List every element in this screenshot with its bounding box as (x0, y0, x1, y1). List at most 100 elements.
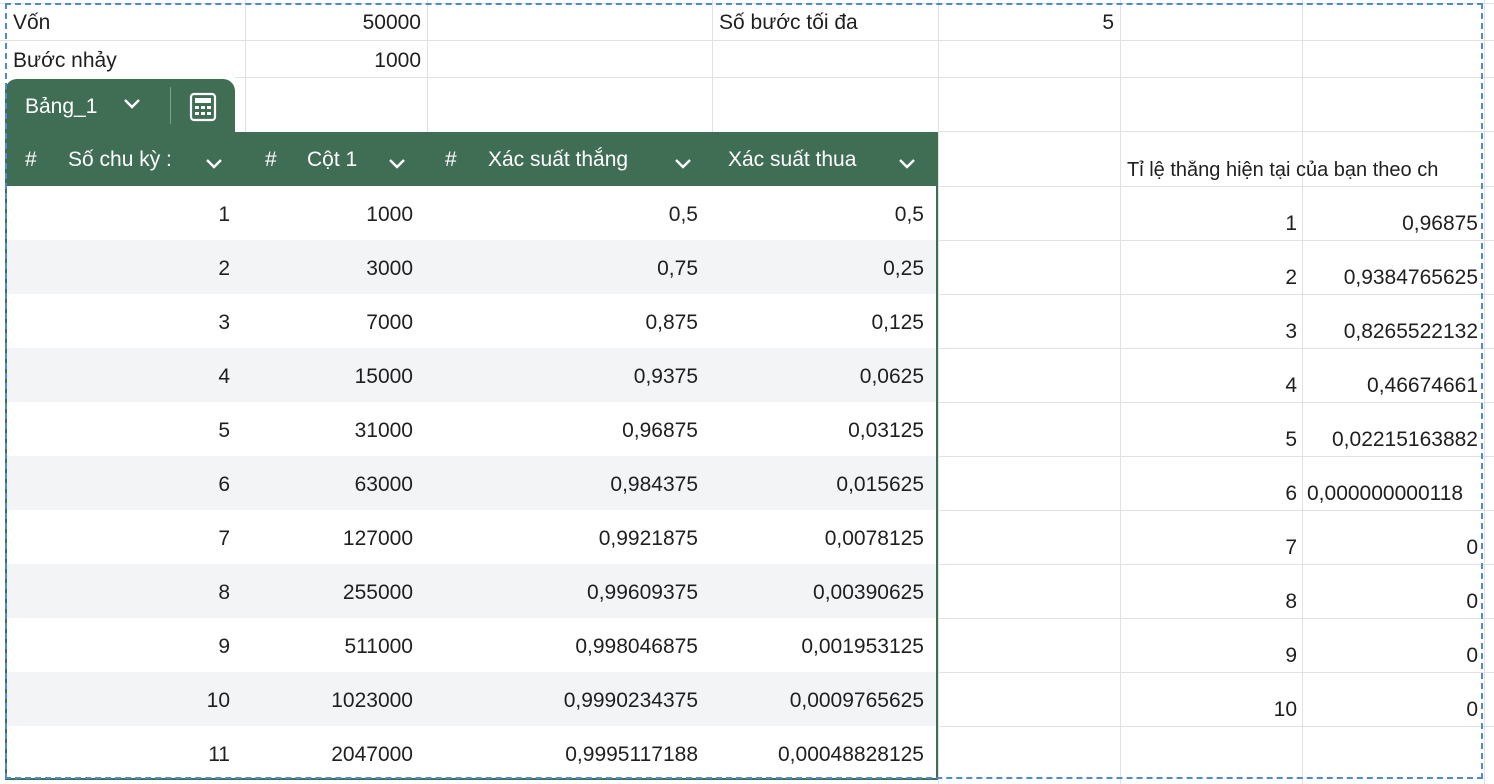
win-rate-value[interactable]: 0,02215163882 (1302, 429, 1478, 450)
column-label: Xác suất thua (728, 148, 857, 171)
win-rate-index[interactable]: 3 (1120, 321, 1297, 342)
cell-xac-suat-thua[interactable]: 0,25 (714, 257, 924, 281)
cell-so-chu-ky[interactable]: 9 (7, 635, 230, 659)
win-rate-index[interactable]: 10 (1120, 699, 1297, 720)
von-value[interactable]: 50000 (245, 12, 421, 33)
table-row[interactable]: 11 2047000 0,9995117188 0,00048828125 (7, 726, 936, 780)
win-rate-index[interactable]: 7 (1120, 537, 1297, 558)
cell-xac-suat-thua[interactable]: 0,125 (714, 311, 924, 335)
cell-cot-1[interactable]: 2047000 (247, 743, 413, 767)
cell-cot-1[interactable]: 31000 (247, 419, 413, 443)
cell-cot-1[interactable]: 1023000 (247, 689, 413, 713)
win-rate-value[interactable]: 0,000000000118 (1307, 483, 1494, 504)
column-label: Số chu kỳ : (68, 148, 172, 171)
table-row[interactable]: 2 3000 0,75 0,25 (7, 240, 936, 294)
win-rate-value[interactable]: 0,46674661 (1302, 375, 1478, 396)
cell-xac-suat-thua[interactable]: 0,5 (714, 203, 924, 227)
chevron-down-icon[interactable] (205, 152, 223, 176)
chevron-down-icon[interactable] (388, 152, 406, 176)
cell-xac-suat-thang[interactable]: 0,99609375 (429, 581, 698, 605)
cell-xac-suat-thang[interactable]: 0,9375 (429, 365, 698, 389)
cell-xac-suat-thang[interactable]: 0,984375 (429, 473, 698, 497)
cell-cot-1[interactable]: 127000 (247, 527, 413, 551)
table-row[interactable]: 1 1000 0,5 0,5 (7, 186, 936, 240)
win-rate-index[interactable]: 6 (1120, 483, 1297, 504)
cell-so-chu-ky[interactable]: 6 (7, 473, 230, 497)
column-label: Cột 1 (307, 148, 358, 171)
cell-cot-1[interactable]: 511000 (247, 635, 413, 659)
cell-so-chu-ky[interactable]: 11 (7, 743, 230, 767)
cell-xac-suat-thang[interactable]: 0,5 (429, 203, 698, 227)
cell-so-chu-ky[interactable]: 8 (7, 581, 230, 605)
win-rate-value[interactable]: 0,9384765625 (1302, 267, 1478, 288)
cell-xac-suat-thua[interactable]: 0,0078125 (714, 527, 924, 551)
cell-xac-suat-thua[interactable]: 0,03125 (714, 419, 924, 443)
cell-so-chu-ky[interactable]: 7 (7, 527, 230, 551)
cell-cot-1[interactable]: 3000 (247, 257, 413, 281)
chevron-down-icon[interactable] (898, 152, 916, 176)
cell-xac-suat-thang[interactable]: 0,998046875 (429, 635, 698, 659)
cell-so-chu-ky[interactable]: 3 (7, 311, 230, 335)
cell-so-chu-ky[interactable]: 10 (7, 689, 230, 713)
win-rate-index[interactable]: 9 (1120, 645, 1297, 666)
chevron-down-icon[interactable] (674, 152, 692, 176)
cell-cot-1[interactable]: 1000 (247, 203, 413, 227)
so-buoc-toi-da-value[interactable]: 5 (940, 12, 1114, 33)
table-row[interactable]: 9 511000 0,998046875 0,001953125 (7, 618, 936, 672)
win-rate-value[interactable]: 0,8265522132 (1302, 321, 1478, 342)
win-rate-index[interactable]: 2 (1120, 267, 1297, 288)
table-body: 1 1000 0,5 0,5 2 3000 0,75 0,25 3 7000 0… (5, 186, 938, 780)
win-rate-value[interactable]: 0 (1302, 699, 1478, 720)
cell-xac-suat-thang[interactable]: 0,96875 (429, 419, 698, 443)
column-header-xac-suat-thua[interactable]: Xác suất thua (712, 132, 938, 186)
cell-xac-suat-thua[interactable]: 0,0009765625 (714, 689, 924, 713)
tab-divider (170, 87, 171, 124)
table-row[interactable]: 4 15000 0,9375 0,0625 (7, 348, 936, 402)
table-name[interactable]: Bảng_1 (25, 95, 97, 119)
win-rate-index[interactable]: 1 (1120, 213, 1297, 234)
cell-so-chu-ky[interactable]: 1 (7, 203, 230, 227)
column-header-so-chu-ky[interactable]: # Số chu kỳ : (5, 132, 245, 186)
cell-cot-1[interactable]: 63000 (247, 473, 413, 497)
cell-so-chu-ky[interactable]: 4 (7, 365, 230, 389)
buoc-nhay-value[interactable]: 1000 (245, 50, 421, 71)
win-rate-index[interactable]: 8 (1120, 591, 1297, 612)
win-rate-index[interactable]: 4 (1120, 375, 1297, 396)
table-row[interactable]: 10 1023000 0,9990234375 0,0009765625 (7, 672, 936, 726)
win-rate-value[interactable]: 0,96875 (1302, 213, 1478, 234)
column-header-xac-suat-thang[interactable]: # Xác suất thắng (427, 132, 712, 186)
chevron-down-icon[interactable] (123, 97, 141, 115)
so-buoc-toi-da-label[interactable]: Số bước tối đa (719, 12, 858, 33)
table-row[interactable]: 5 31000 0,96875 0,03125 (7, 402, 936, 456)
win-rate-value[interactable]: 0 (1302, 645, 1478, 666)
column-header-cot-1[interactable]: # Cột 1 (245, 132, 427, 186)
cell-xac-suat-thua[interactable]: 0,001953125 (714, 635, 924, 659)
cell-xac-suat-thua[interactable]: 0,00390625 (714, 581, 924, 605)
von-label[interactable]: Vốn (13, 12, 50, 33)
calculator-icon[interactable] (188, 92, 218, 127)
cell-xac-suat-thang[interactable]: 0,9921875 (429, 527, 698, 551)
table-row[interactable]: 8 255000 0,99609375 0,00390625 (7, 564, 936, 618)
table-row[interactable]: 3 7000 0,875 0,125 (7, 294, 936, 348)
cell-so-chu-ky[interactable]: 5 (7, 419, 230, 443)
table-row[interactable]: 7 127000 0,9921875 0,0078125 (7, 510, 936, 564)
win-rate-value[interactable]: 0 (1302, 591, 1478, 612)
cell-cot-1[interactable]: 255000 (247, 581, 413, 605)
cell-cot-1[interactable]: 7000 (247, 311, 413, 335)
cell-xac-suat-thang[interactable]: 0,75 (429, 257, 698, 281)
cell-xac-suat-thua[interactable]: 0,00048828125 (714, 743, 924, 767)
cell-xac-suat-thua[interactable]: 0,015625 (714, 473, 924, 497)
cell-xac-suat-thang[interactable]: 0,875 (429, 311, 698, 335)
win-rate-index[interactable]: 5 (1120, 429, 1297, 450)
table-tab[interactable]: Bảng_1 (5, 79, 235, 132)
table-row[interactable]: 6 63000 0,984375 0,015625 (7, 456, 936, 510)
cell-cot-1[interactable]: 15000 (247, 365, 413, 389)
win-rate-title[interactable]: Tỉ lệ thắng hiện tại của bạn theo ch (1127, 160, 1494, 180)
cell-so-chu-ky[interactable]: 2 (7, 257, 230, 281)
win-rate-value[interactable]: 0 (1302, 537, 1478, 558)
cell-xac-suat-thang[interactable]: 0,9990234375 (429, 689, 698, 713)
cell-xac-suat-thua[interactable]: 0,0625 (714, 365, 924, 389)
buoc-nhay-label[interactable]: Bước nhảy (13, 50, 117, 71)
number-type-icon: # (445, 148, 457, 171)
cell-xac-suat-thang[interactable]: 0,9995117188 (429, 743, 698, 767)
